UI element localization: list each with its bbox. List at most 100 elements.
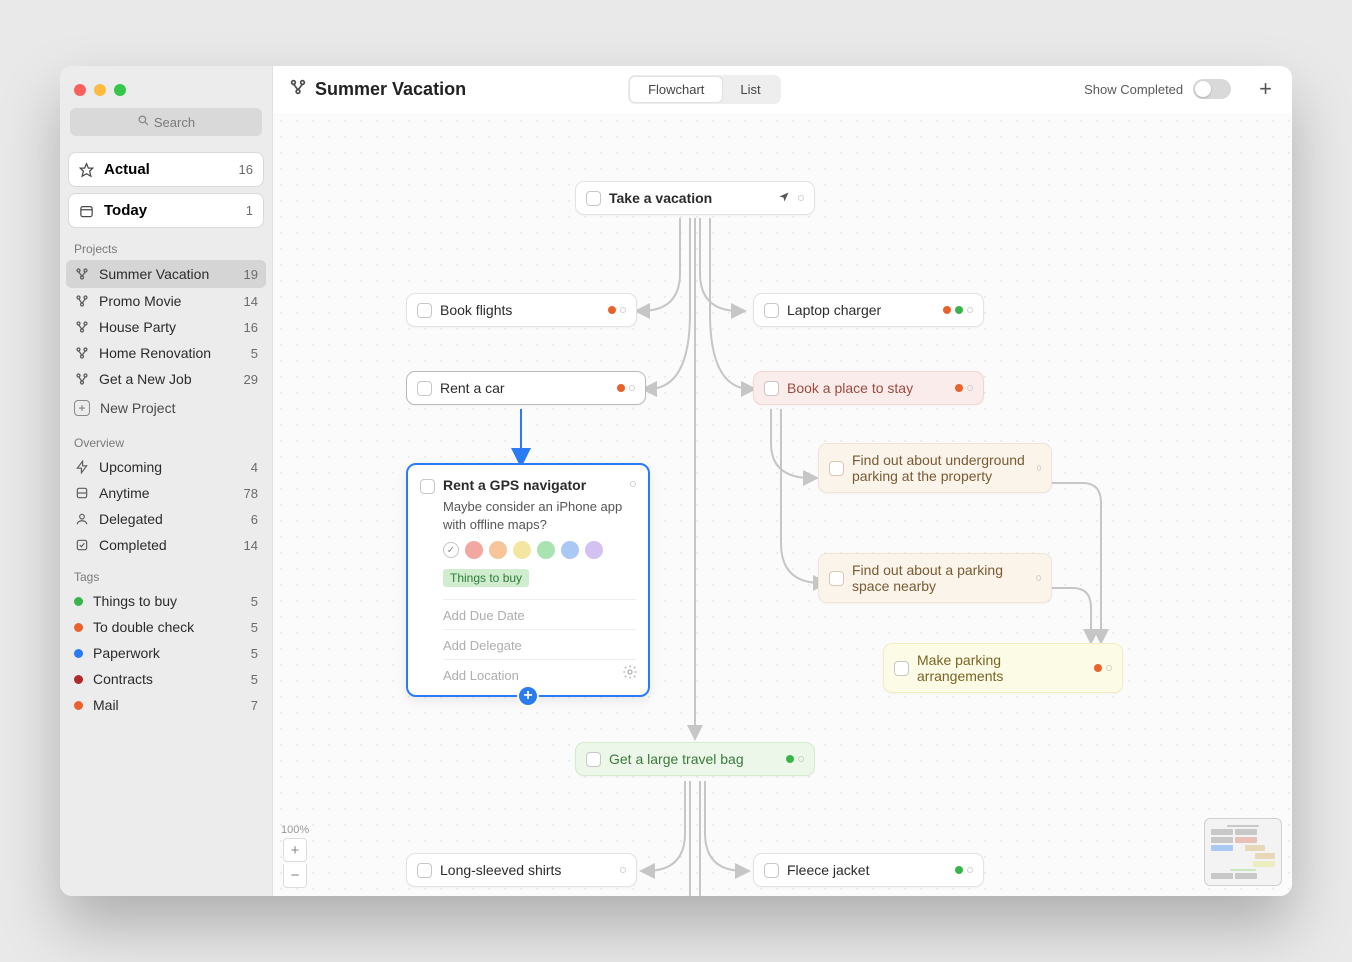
tag-dot-icon [74,597,83,606]
sidebar-tag-things-to-buy[interactable]: Things to buy 5 [60,588,272,614]
node-take-a-vacation[interactable]: Take a vacation [575,181,815,215]
status-dot-icon [629,385,635,391]
plus-icon: + [1259,76,1272,101]
show-completed-toggle[interactable]: Show Completed [1084,79,1231,99]
plus-icon: + [523,687,532,705]
node-label: Fleece jacket [787,862,869,878]
color-orange-button[interactable] [489,541,507,559]
node-fleece[interactable]: Fleece jacket [753,853,984,887]
checkbox-icon[interactable] [764,863,779,878]
detail-title: Rent a GPS navigator [443,477,622,493]
checkbox-icon[interactable] [586,752,601,767]
color-green-button[interactable] [537,541,555,559]
zoom-in-button[interactable]: + [283,838,307,862]
node-label: Make parking arrangements [917,652,1086,684]
sidebar-item-get-a-new-job[interactable]: Get a New Job 29 [60,366,272,392]
gear-icon[interactable] [622,664,638,685]
sidebar-item-summer-vacation[interactable]: Summer Vacation 19 [66,260,266,288]
flowchart-canvas[interactable]: Take a vacation Book flights Laptop char… [273,113,1292,896]
color-none-icon[interactable]: ✓ [443,542,459,558]
page-title: Summer Vacation [289,78,466,101]
sidebar-item-completed[interactable]: Completed 14 [60,532,272,558]
status-dot-icon [798,756,804,762]
color-purple-button[interactable] [585,541,603,559]
nav-actual[interactable]: Actual 16 [68,152,264,187]
checkbox-icon[interactable] [586,191,601,206]
checkbox-icon[interactable] [764,303,779,318]
sidebar-item-delegated[interactable]: Delegated 6 [60,506,272,532]
node-label: Find out about underground parking at th… [852,452,1029,484]
add-location-field[interactable]: Add Location [443,659,636,683]
node-travel-bag[interactable]: Get a large travel bag [575,742,815,776]
project-count: 29 [244,372,258,387]
tag-count: 5 [251,646,258,661]
checkbox-icon[interactable] [829,461,844,476]
node-book-place[interactable]: Book a place to stay [753,371,984,405]
tag-dot-icon [1094,664,1102,672]
tag-count: 7 [251,698,258,713]
sidebar-tag-double-check[interactable]: To double check 5 [60,614,272,640]
view-list-tab[interactable]: List [722,77,778,102]
overview-count: 4 [251,460,258,475]
project-label: Get a New Job [99,371,192,387]
sidebar-item-home-renovation[interactable]: Home Renovation 5 [60,340,272,366]
checkbox-icon[interactable] [420,479,435,494]
color-yellow-button[interactable] [513,541,531,559]
view-mode-toggle[interactable]: Flowchart List [628,75,781,104]
node-label: Take a vacation [609,190,712,206]
nav-today-count: 1 [246,203,253,218]
toggle-switch-icon[interactable] [1193,79,1231,99]
tag-dot-icon [617,384,625,392]
color-red-button[interactable] [465,541,483,559]
window-close-icon[interactable] [74,84,86,96]
sidebar-tag-contracts[interactable]: Contracts 5 [60,666,272,692]
section-tags: Tags [60,566,272,588]
nav-today[interactable]: Today 1 [68,193,264,228]
window-zoom-icon[interactable] [114,84,126,96]
plus-icon: + [74,400,90,416]
view-flowchart-tab[interactable]: Flowchart [630,77,722,102]
checkbox-icon[interactable] [417,381,432,396]
sidebar-tag-mail[interactable]: Mail 7 [60,692,272,718]
sidebar-item-anytime[interactable]: Anytime 78 [60,480,272,506]
zoom-out-button[interactable]: − [283,864,307,888]
detail-tag-chip[interactable]: Things to buy [443,569,529,587]
checkbox-icon[interactable] [764,381,779,396]
tag-dot-icon [74,675,83,684]
status-dot-icon [1037,465,1041,471]
node-laptop-charger[interactable]: Laptop charger [753,293,984,327]
search-placeholder: Search [154,115,195,130]
sidebar-item-promo-movie[interactable]: Promo Movie 14 [60,288,272,314]
checkbox-icon[interactable] [829,571,844,586]
node-underground-parking[interactable]: Find out about underground parking at th… [818,443,1052,493]
overview-label: Anytime [99,485,150,501]
tag-dot-icon [955,306,963,314]
color-blue-button[interactable] [561,541,579,559]
detail-note[interactable]: Maybe consider an iPhone app with offlin… [443,498,636,533]
checkbox-icon[interactable] [894,661,909,676]
node-parking-nearby[interactable]: Find out about a parking space nearby [818,553,1052,603]
checkbox-icon[interactable] [417,863,432,878]
new-project-button[interactable]: + New Project [60,392,272,424]
status-dot-icon [620,307,626,313]
status-dot-icon [967,867,973,873]
node-make-parking[interactable]: Make parking arrangements [883,643,1123,693]
add-delegate-field[interactable]: Add Delegate [443,629,636,653]
add-button[interactable]: + [1255,76,1276,102]
search-input[interactable]: Search [70,108,262,136]
overview-count: 6 [251,512,258,527]
overview-count: 78 [244,486,258,501]
window-minimize-icon[interactable] [94,84,106,96]
node-shirts[interactable]: Long-sleeved shirts [406,853,637,887]
add-child-button[interactable]: + [517,685,539,707]
sidebar-item-house-party[interactable]: House Party 16 [60,314,272,340]
star-icon [79,162,94,177]
node-rent-a-car[interactable]: Rent a car [406,371,646,405]
sidebar-tag-paperwork[interactable]: Paperwork 5 [60,640,272,666]
minimap[interactable] [1204,818,1282,886]
sidebar-item-upcoming[interactable]: Upcoming 4 [60,454,272,480]
add-due-date-field[interactable]: Add Due Date [443,599,636,623]
checkbox-icon[interactable] [417,303,432,318]
node-book-flights[interactable]: Book flights [406,293,637,327]
node-detail-card[interactable]: Rent a GPS navigator Maybe consider an i… [406,463,650,697]
